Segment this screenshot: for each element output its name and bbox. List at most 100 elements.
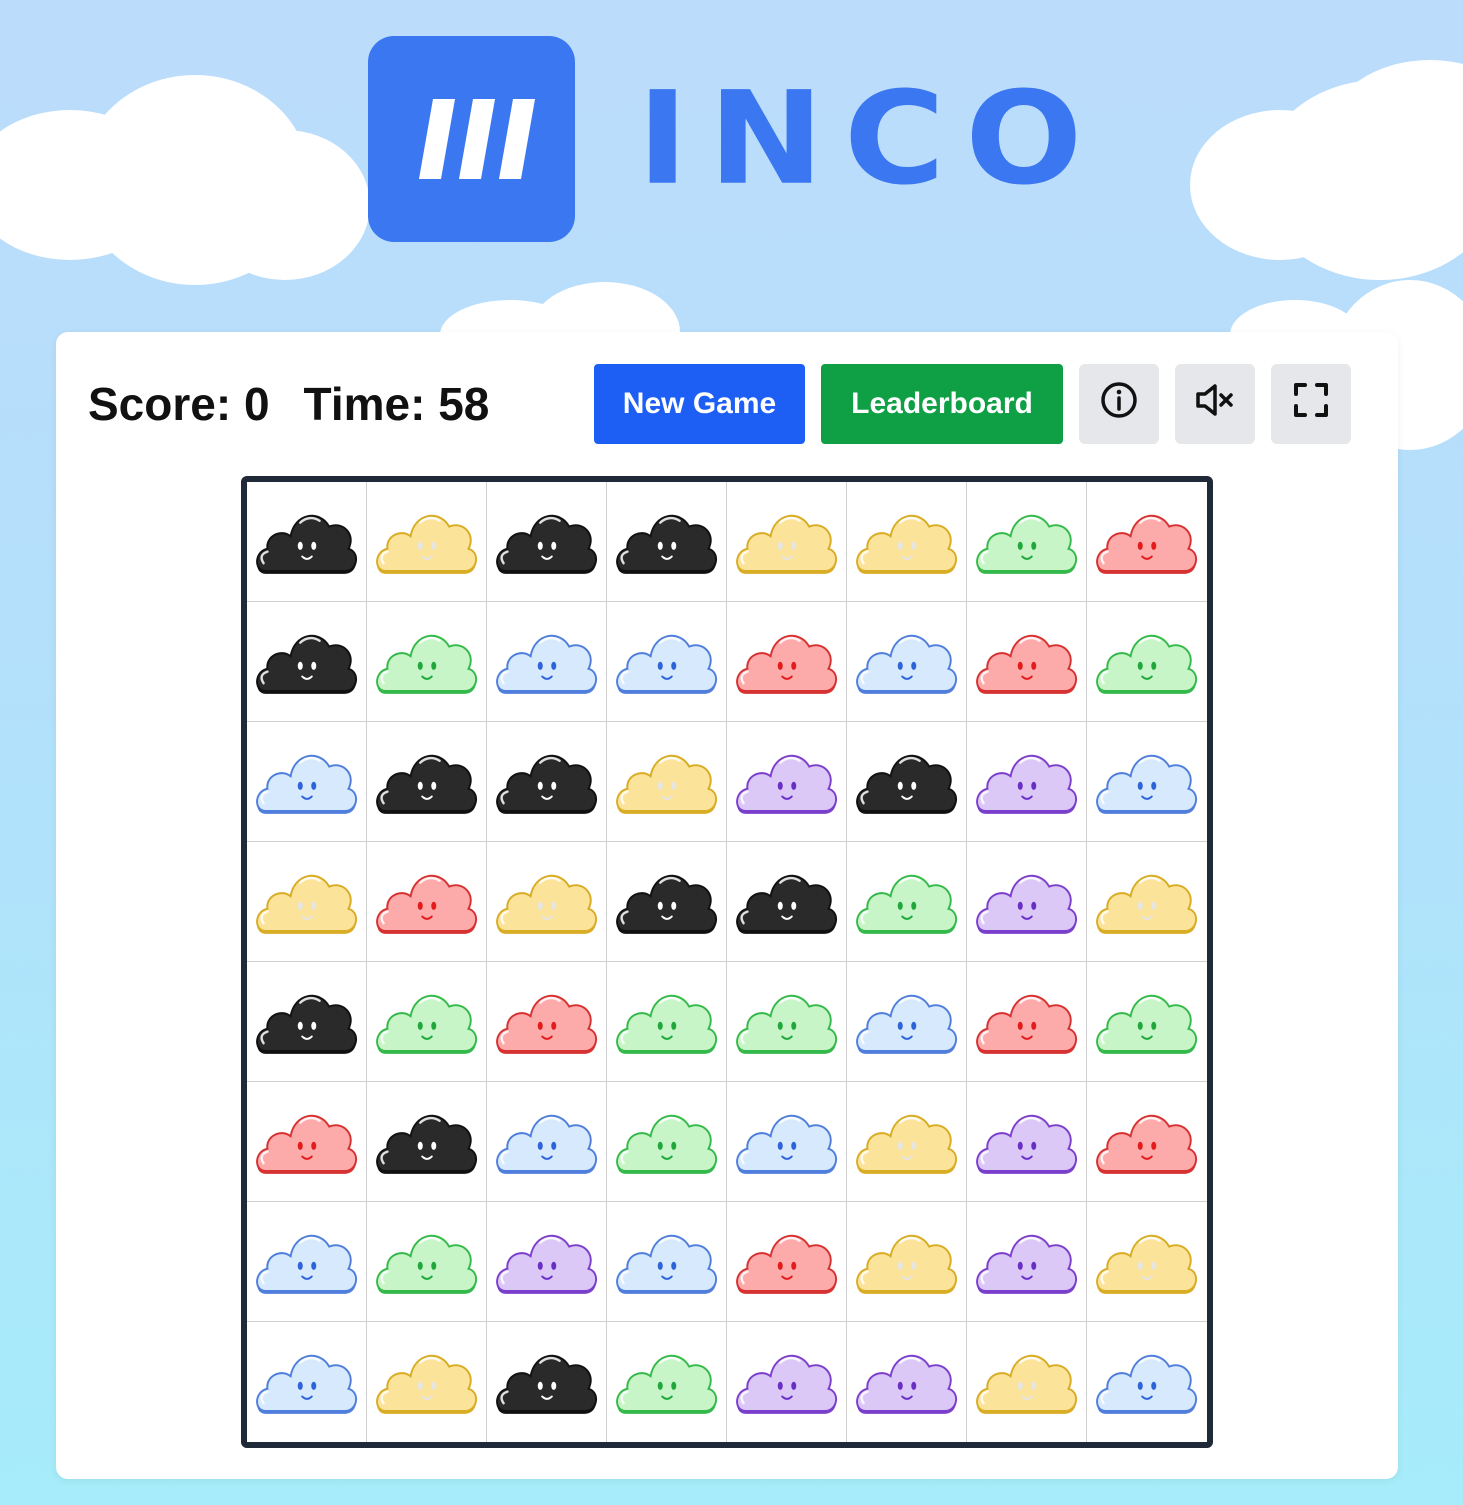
board-cell[interactable]: [1087, 482, 1207, 602]
fullscreen-button[interactable]: [1271, 364, 1351, 444]
purple-cloud-icon: [495, 1234, 597, 1294]
board-cell[interactable]: [1087, 602, 1207, 722]
board-cell[interactable]: [727, 602, 847, 722]
board-cell[interactable]: [967, 1082, 1087, 1202]
board-cell[interactable]: [607, 602, 727, 722]
green-cloud-icon: [1096, 634, 1197, 694]
board-cell[interactable]: [607, 1202, 727, 1322]
board-cell[interactable]: [847, 1322, 967, 1442]
black-cloud-icon: [735, 874, 837, 934]
board-cell[interactable]: [1087, 1322, 1207, 1442]
board-cell[interactable]: [1087, 722, 1207, 842]
board-cell[interactable]: [487, 1322, 607, 1442]
purple-cloud-icon: [975, 754, 1077, 814]
board-cell[interactable]: [367, 1082, 487, 1202]
board-cell[interactable]: [727, 1322, 847, 1442]
green-cloud-icon: [1096, 994, 1197, 1054]
board-cell[interactable]: [727, 962, 847, 1082]
board-cell[interactable]: [247, 1322, 367, 1442]
board-cell[interactable]: [727, 1202, 847, 1322]
red-cloud-icon: [375, 874, 477, 934]
new-game-button[interactable]: New Game: [594, 364, 805, 444]
logo: INCO: [368, 36, 1102, 242]
purple-cloud-icon: [735, 1354, 837, 1414]
yellow-cloud-icon: [255, 874, 357, 934]
board-cell[interactable]: [1087, 962, 1207, 1082]
board-cell[interactable]: [967, 482, 1087, 602]
red-cloud-icon: [495, 994, 597, 1054]
board-cell[interactable]: [847, 722, 967, 842]
board-cell[interactable]: [967, 962, 1087, 1082]
board-cell[interactable]: [967, 1322, 1087, 1442]
board-cell[interactable]: [247, 962, 367, 1082]
board-cell[interactable]: [847, 842, 967, 962]
green-cloud-icon: [975, 514, 1077, 574]
board-cell[interactable]: [487, 1202, 607, 1322]
board-cell[interactable]: [727, 722, 847, 842]
board-cell[interactable]: [727, 842, 847, 962]
board-cell[interactable]: [487, 1082, 607, 1202]
board-cell[interactable]: [247, 1082, 367, 1202]
black-cloud-icon: [375, 1114, 477, 1174]
board-cell[interactable]: [1087, 1082, 1207, 1202]
game-board: [241, 476, 1213, 1448]
board-cell[interactable]: [1087, 1202, 1207, 1322]
board-cell[interactable]: [967, 842, 1087, 962]
black-cloud-icon: [495, 1354, 597, 1414]
board-cell[interactable]: [367, 842, 487, 962]
board-cell[interactable]: [847, 1202, 967, 1322]
yellow-cloud-icon: [495, 874, 597, 934]
board-cell[interactable]: [487, 842, 607, 962]
time-label: Time:: [303, 378, 426, 430]
black-cloud-icon: [615, 874, 717, 934]
board-cell[interactable]: [1087, 842, 1207, 962]
board-cell[interactable]: [727, 482, 847, 602]
board-cell[interactable]: [487, 962, 607, 1082]
board-cell[interactable]: [247, 602, 367, 722]
board-cell[interactable]: [607, 842, 727, 962]
purple-cloud-icon: [855, 1354, 957, 1414]
blue-cloud-icon: [255, 754, 357, 814]
info-button[interactable]: [1079, 364, 1159, 444]
board-cell[interactable]: [367, 962, 487, 1082]
board-cell[interactable]: [967, 1202, 1087, 1322]
board-cell[interactable]: [847, 482, 967, 602]
red-cloud-icon: [1096, 1114, 1197, 1174]
blue-cloud-icon: [855, 994, 957, 1054]
board-cell[interactable]: [367, 722, 487, 842]
board-cell[interactable]: [847, 1082, 967, 1202]
time-display: Time: 58: [304, 377, 490, 431]
score-value: 0: [243, 378, 270, 430]
board-cell[interactable]: [367, 602, 487, 722]
red-cloud-icon: [735, 634, 837, 694]
board-cell[interactable]: [967, 602, 1087, 722]
purple-cloud-icon: [975, 1234, 1077, 1294]
board-cell[interactable]: [247, 1202, 367, 1322]
board-cell[interactable]: [367, 1322, 487, 1442]
board-cell[interactable]: [607, 1322, 727, 1442]
board-cell[interactable]: [487, 722, 607, 842]
board-cell[interactable]: [247, 482, 367, 602]
board-cell[interactable]: [247, 842, 367, 962]
green-cloud-icon: [735, 994, 837, 1054]
board-cell[interactable]: [367, 1202, 487, 1322]
board-cell[interactable]: [367, 482, 487, 602]
board-cell[interactable]: [847, 962, 967, 1082]
red-cloud-icon: [255, 1114, 357, 1174]
yellow-cloud-icon: [855, 1234, 957, 1294]
mute-icon: [1194, 380, 1236, 428]
board-cell[interactable]: [487, 602, 607, 722]
board-cell[interactable]: [607, 722, 727, 842]
board-cell[interactable]: [247, 722, 367, 842]
purple-cloud-icon: [975, 1114, 1077, 1174]
board-cell[interactable]: [607, 1082, 727, 1202]
board-cell[interactable]: [727, 1082, 847, 1202]
mute-button[interactable]: [1175, 364, 1255, 444]
board-cell[interactable]: [607, 962, 727, 1082]
board-cell[interactable]: [607, 482, 727, 602]
leaderboard-button[interactable]: Leaderboard: [821, 364, 1063, 444]
board-cell[interactable]: [967, 722, 1087, 842]
board-cell[interactable]: [847, 602, 967, 722]
board-cell[interactable]: [487, 482, 607, 602]
yellow-cloud-icon: [1096, 1234, 1197, 1294]
